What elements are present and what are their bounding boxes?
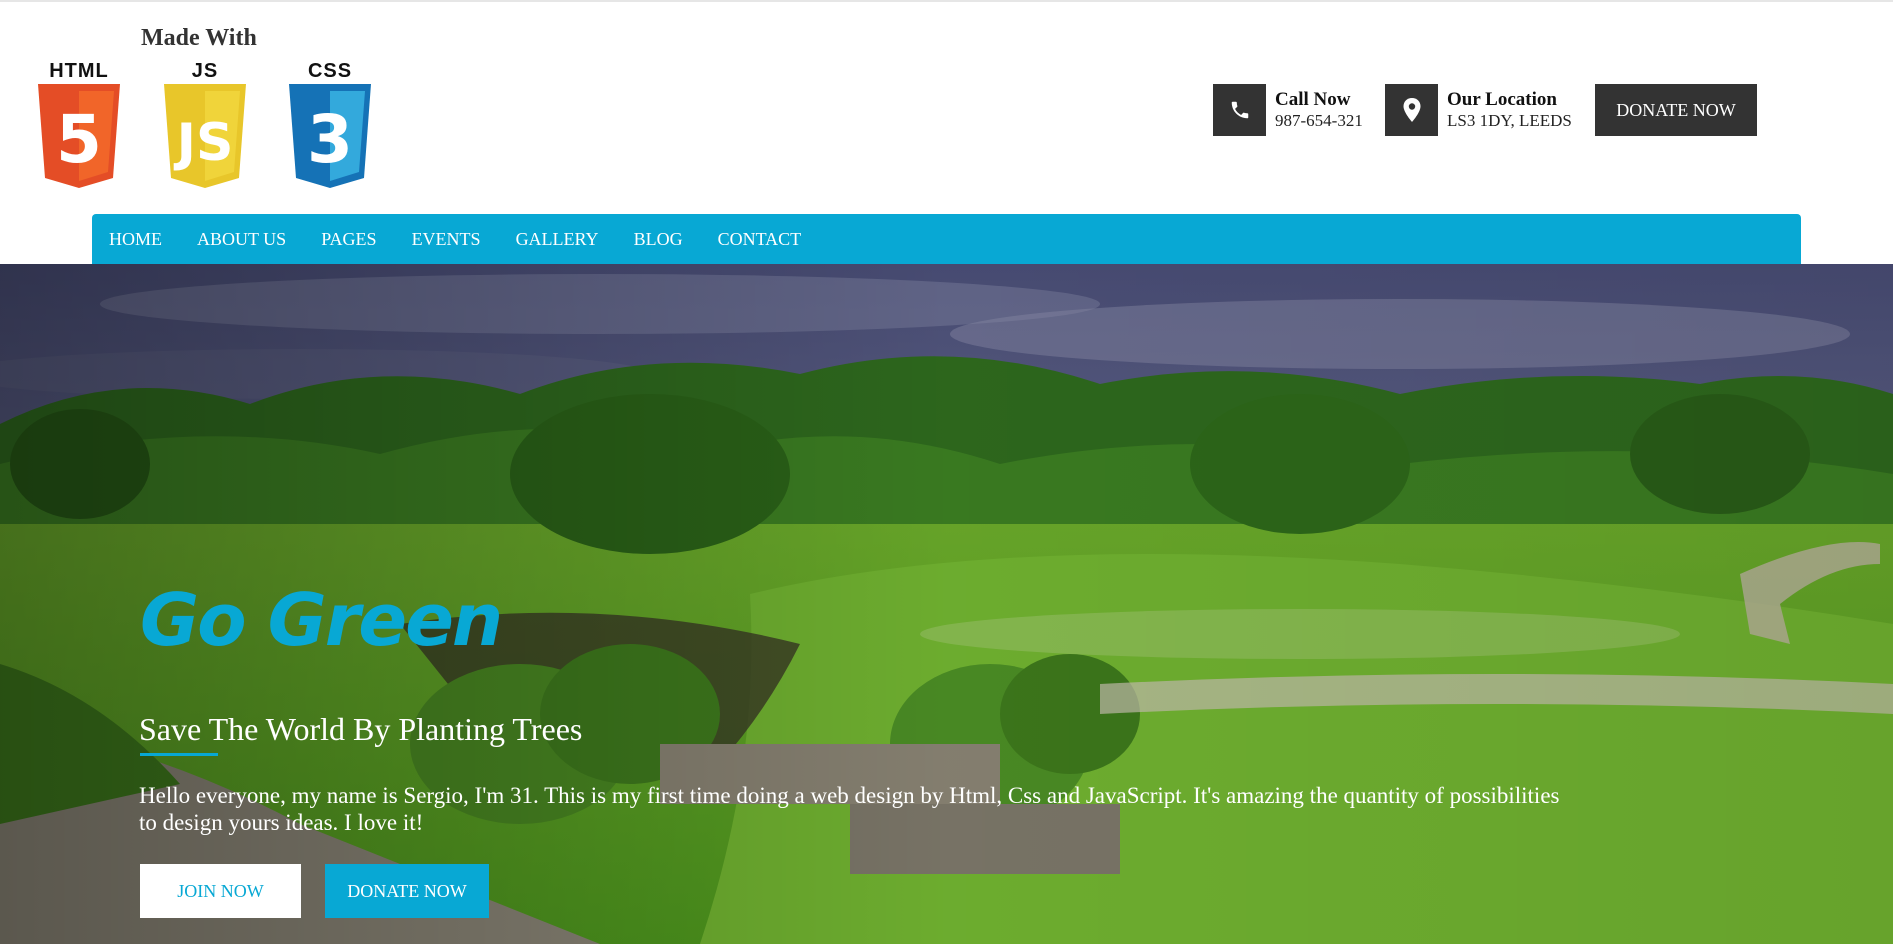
our-location-title: Our Location xyxy=(1447,89,1557,110)
phone-icon xyxy=(1213,84,1266,136)
made-with-label: Made With xyxy=(141,25,257,51)
hero-description: Hello everyone, my name is Sergio, I'm 3… xyxy=(139,783,1560,835)
html-logo-label: HTML xyxy=(49,60,109,82)
call-now-title: Call Now xyxy=(1275,89,1351,110)
donate-now-hero-button[interactable]: DONATE NOW xyxy=(325,864,489,918)
html5-logo: HTML 5 xyxy=(34,60,124,188)
js-logo-label: JS xyxy=(191,60,219,82)
css3-shield-icon: 3 xyxy=(289,84,371,188)
nav-blog[interactable]: BLOG xyxy=(634,229,683,250)
js-glyph: JS xyxy=(174,113,234,173)
contact-location: Our Location LS3 1DY, LEEDS xyxy=(1385,84,1572,136)
nav-contact[interactable]: CONTACT xyxy=(718,229,802,250)
join-now-button[interactable]: JOIN NOW xyxy=(140,864,301,918)
js-logo: JS JS xyxy=(160,60,250,188)
css-logo-label: CSS xyxy=(307,60,353,82)
nav-gallery[interactable]: GALLERY xyxy=(516,229,599,250)
js-shield-icon: JS xyxy=(164,84,246,188)
hero-title: Go Green xyxy=(140,578,503,662)
map-pin-icon xyxy=(1385,84,1438,136)
nav-about-us[interactable]: ABOUT US xyxy=(197,229,286,250)
contact-phone: Call Now 987-654-321 xyxy=(1213,84,1363,136)
nav-pages[interactable]: PAGES xyxy=(321,229,376,250)
hero-subtitle: Save The World By Planting Trees xyxy=(139,711,583,747)
main-nav: HOME ABOUT US PAGES EVENTS GALLERY BLOG … xyxy=(92,214,1801,264)
css3-glyph: 3 xyxy=(307,101,353,178)
html5-shield-icon: 5 xyxy=(38,84,120,188)
donate-now-header-button[interactable]: DONATE NOW xyxy=(1595,84,1757,136)
location-value: LS3 1DY, LEEDS xyxy=(1447,111,1572,130)
html5-glyph: 5 xyxy=(56,101,102,178)
css3-logo: CSS 3 xyxy=(285,60,375,188)
nav-events[interactable]: EVENTS xyxy=(412,229,481,250)
hero-banner: Go Green Save The World By Planting Tree… xyxy=(0,264,1893,944)
nav-home[interactable]: HOME xyxy=(109,229,162,250)
phone-number: 987-654-321 xyxy=(1275,111,1363,130)
subtitle-underline xyxy=(140,753,218,756)
